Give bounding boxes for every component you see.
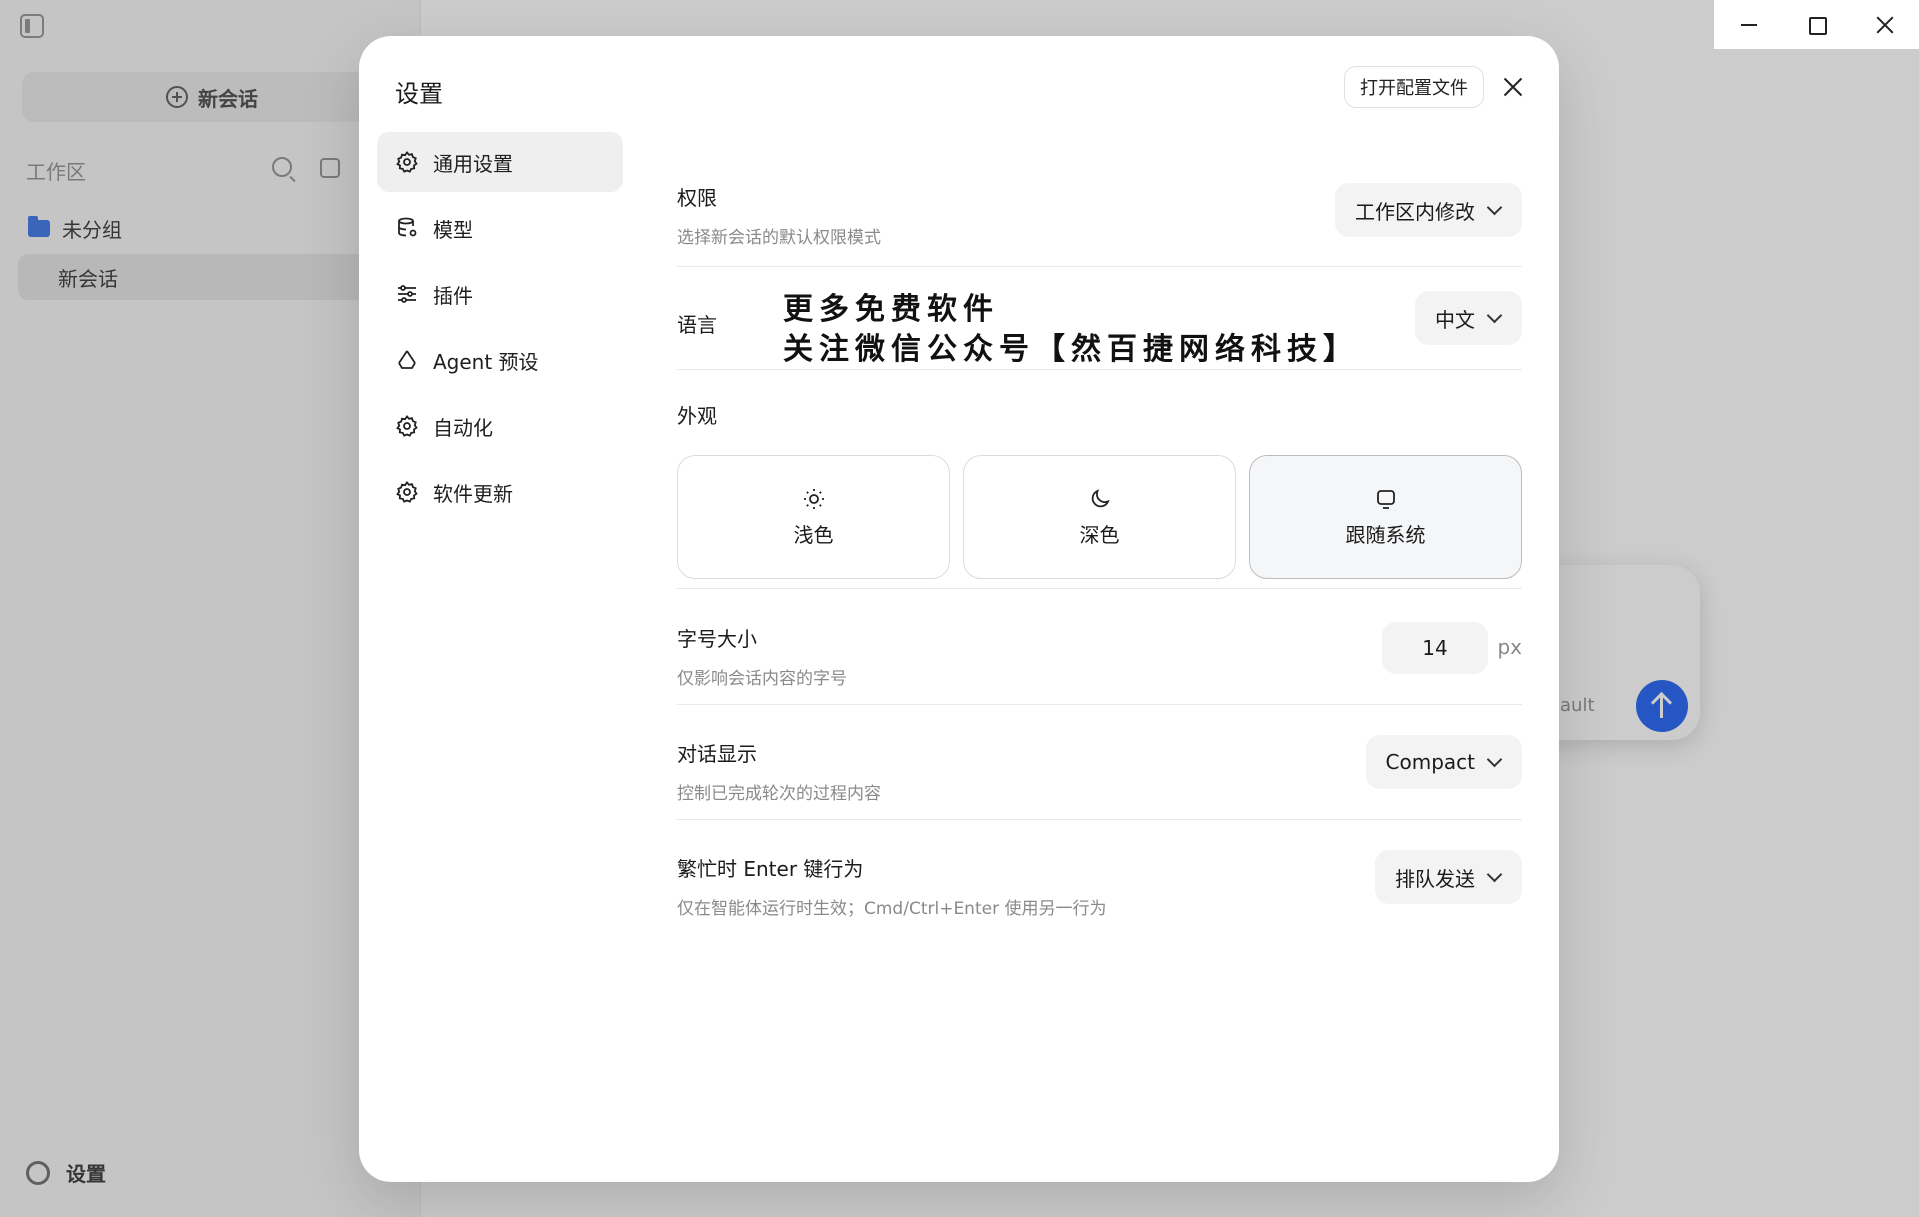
busy-enter-value: 排队发送 <box>1395 866 1475 891</box>
settings-modal: 设置 打开配置文件 通用设置 模型 插件 Agent 预设 自动化 软件更新 权… <box>359 36 1559 1182</box>
sliders-icon <box>395 282 419 306</box>
font-size-unit: px <box>1497 635 1522 659</box>
nav-item-plugins[interactable]: 插件 <box>377 264 623 324</box>
window-controls <box>1714 0 1919 49</box>
theme-option-system[interactable]: 跟随系统 <box>1249 455 1522 579</box>
watermark-line: 更多免费软件 <box>783 292 999 327</box>
maximize-icon[interactable] <box>1782 0 1850 49</box>
nav-label: 模型 <box>433 217 473 242</box>
conversation-display-row: 对话显示 控制已完成轮次的过程内容 Compact <box>677 705 1522 820</box>
gear-icon <box>395 414 419 438</box>
minimize-icon[interactable] <box>1714 0 1782 49</box>
nav-item-automation[interactable]: 自动化 <box>377 396 623 456</box>
gear-icon <box>395 480 419 504</box>
permissions-row: 权限 选择新会话的默认权限模式 工作区内修改 <box>677 132 1522 267</box>
conversation-display-select[interactable]: Compact <box>1365 735 1522 789</box>
conversation-display-value: Compact <box>1385 750 1475 774</box>
gear-icon <box>395 150 419 174</box>
nav-label: Agent 预设 <box>433 349 539 374</box>
chevron-down-icon <box>1486 751 1503 767</box>
close-icon[interactable] <box>1498 72 1528 102</box>
theme-options: 浅色 深色 跟随系统 <box>677 455 1522 579</box>
busy-enter-row: 繁忙时 Enter 键行为 仅在智能体运行时生效；Cmd/Ctrl+Enter … <box>677 820 1522 935</box>
modal-title: 设置 <box>395 80 443 108</box>
watermark-line: 关注微信公众号【然百捷网络科技】 <box>783 332 1359 367</box>
nav-item-models[interactable]: 模型 <box>377 198 623 258</box>
language-select[interactable]: 中文 <box>1415 291 1522 345</box>
sun-icon <box>803 488 824 509</box>
window-close-icon[interactable] <box>1851 0 1919 49</box>
open-config-button[interactable]: 打开配置文件 <box>1344 66 1484 108</box>
font-size-row: 字号大小 仅影响会话内容的字号 14 px <box>677 589 1522 705</box>
theme-option-dark[interactable]: 深色 <box>963 455 1236 579</box>
theme-option-light[interactable]: 浅色 <box>677 455 950 579</box>
appearance-title: 外观 <box>677 404 717 428</box>
nav-label: 自动化 <box>433 415 493 440</box>
database-icon <box>395 216 419 240</box>
nav-item-agent-presets[interactable]: Agent 预设 <box>377 330 623 390</box>
chevron-down-icon <box>1486 199 1503 215</box>
monitor-icon <box>1376 489 1395 509</box>
watermark-text: 更多免费软件 关注微信公众号【然百捷网络科技】 <box>783 290 1359 370</box>
nav-label: 通用设置 <box>433 151 513 176</box>
busy-enter-select[interactable]: 排队发送 <box>1375 850 1522 904</box>
permissions-value: 工作区内修改 <box>1355 199 1475 224</box>
chevron-down-icon <box>1486 307 1503 323</box>
theme-label: 深色 <box>1079 522 1120 547</box>
nav-item-general[interactable]: 通用设置 <box>377 132 623 192</box>
settings-nav: 通用设置 模型 插件 Agent 预设 自动化 软件更新 <box>377 132 623 528</box>
theme-label: 跟随系统 <box>1345 522 1426 547</box>
nav-item-software-update[interactable]: 软件更新 <box>377 462 623 522</box>
permissions-select[interactable]: 工作区内修改 <box>1335 183 1522 237</box>
nav-label: 软件更新 <box>433 481 513 506</box>
appearance-row: 外观 浅色 深色 跟随系统 <box>677 370 1522 589</box>
recycle-icon <box>395 348 419 372</box>
moon-icon <box>1091 488 1110 507</box>
chevron-down-icon <box>1486 866 1503 882</box>
font-size-input[interactable]: 14 <box>1382 622 1488 674</box>
language-value: 中文 <box>1435 307 1475 332</box>
settings-content: 权限 选择新会话的默认权限模式 工作区内修改 语言 中文 外观 浅色 深色 跟随… <box>677 132 1522 935</box>
theme-label: 浅色 <box>793 522 834 547</box>
nav-label: 插件 <box>433 283 473 308</box>
